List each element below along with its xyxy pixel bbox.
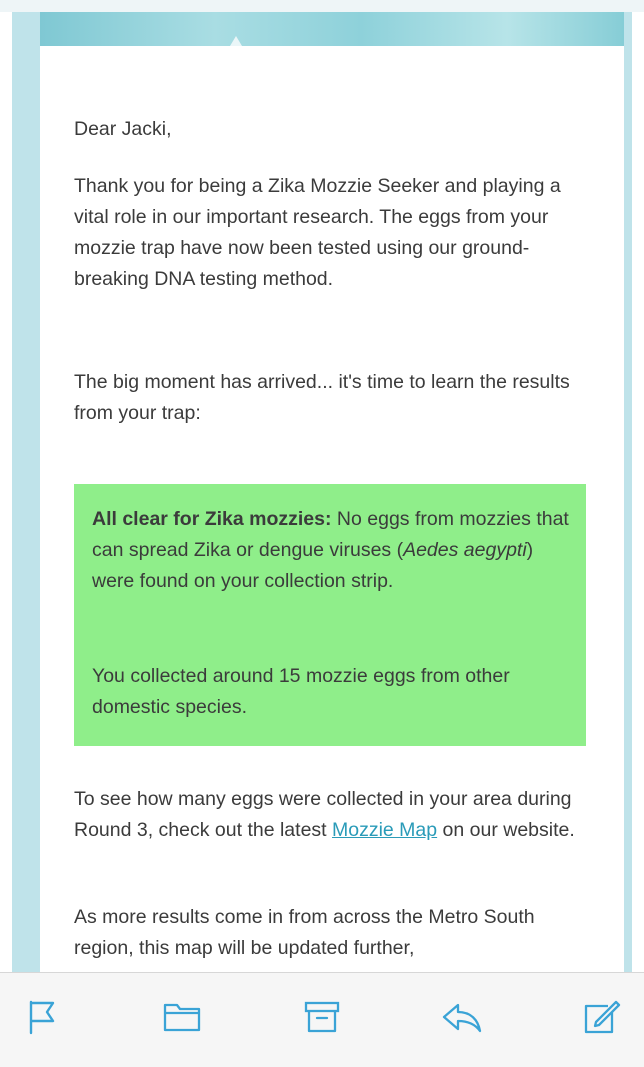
folder-icon	[163, 1003, 201, 1032]
email-body[interactable]: Dear Jacki, Thank you for being a Zika M…	[40, 46, 624, 972]
compose-button[interactable]	[580, 995, 624, 1039]
email-header-banner	[40, 12, 624, 46]
archive-button[interactable]	[300, 995, 344, 1039]
move-folder-button[interactable]	[160, 995, 204, 1039]
mozzie-map-link[interactable]: Mozzie Map	[332, 819, 437, 841]
egg-count-text: You collected around 15 mozzie eggs from…	[92, 665, 510, 718]
mail-toolbar	[0, 972, 644, 1067]
flag-button[interactable]	[20, 995, 64, 1039]
intro-paragraph: Thank you for being a Zika Mozzie Seeker…	[74, 175, 561, 290]
results-intro-paragraph: The big moment has arrived... it's time …	[74, 371, 570, 424]
archive-icon	[304, 1001, 340, 1033]
reply-button[interactable]	[440, 995, 484, 1039]
flag-icon	[29, 1000, 55, 1035]
map-text-after: on our website.	[437, 819, 575, 841]
update-paragraph: As more results come in from across the …	[74, 906, 535, 959]
result-summary: All clear for Zika mozzies: No eggs from…	[92, 504, 572, 597]
compose-icon	[584, 1000, 621, 1034]
greeting: Dear Jacki,	[74, 118, 172, 140]
map-paragraph: To see how many eggs were collected in y…	[74, 784, 592, 846]
result-box: All clear for Zika mozzies: No eggs from…	[74, 484, 586, 746]
result-heading: All clear for Zika mozzies:	[92, 508, 332, 530]
species-name: Aedes aegypti	[403, 539, 527, 561]
banner-notch	[230, 36, 242, 46]
status-strip	[0, 0, 644, 12]
reply-icon	[442, 1003, 482, 1033]
